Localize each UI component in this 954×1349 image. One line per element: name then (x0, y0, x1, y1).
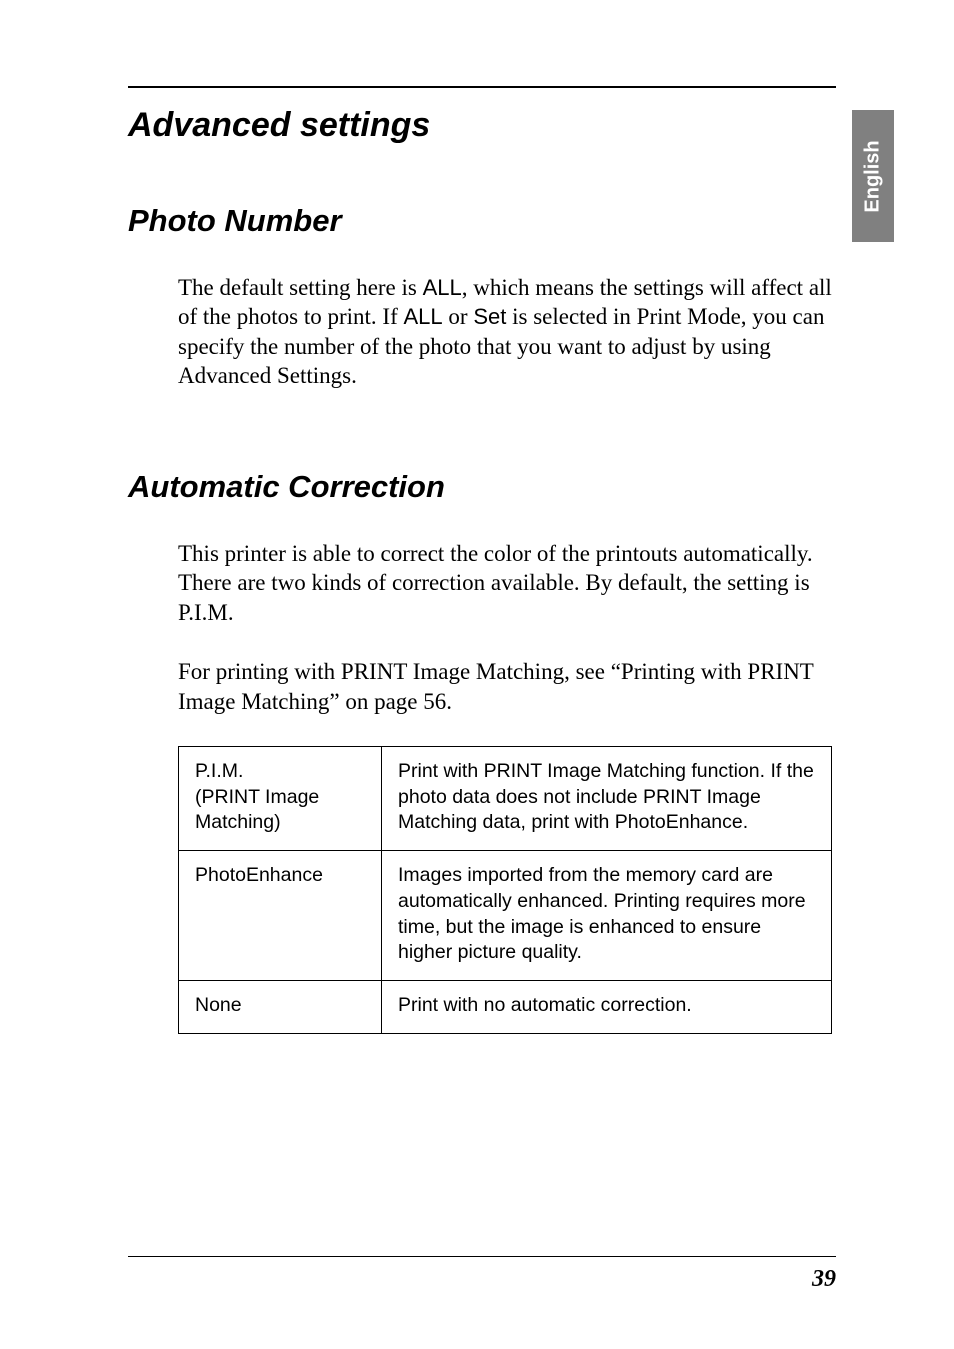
table-row: P.I.M. (PRINT Image Matching) Print with… (179, 746, 832, 850)
text-inline-all-2: ALL (404, 304, 443, 329)
section-spacer (122, 421, 838, 469)
automatic-correction-paragraph-1: This printer is able to correct the colo… (178, 539, 832, 627)
page-number: 39 (812, 1266, 836, 1293)
photo-number-paragraph: The default setting here is ALL, which m… (178, 273, 832, 391)
text-inline-set: Set (473, 304, 506, 329)
language-side-tab-label: English (862, 140, 885, 212)
term-line-1: P.I.M. (195, 760, 243, 782)
top-horizontal-rule (128, 86, 836, 88)
bottom-horizontal-rule (128, 1256, 836, 1257)
text-fragment: or (443, 304, 474, 329)
language-side-tab: English (852, 110, 894, 242)
heading-automatic-correction: Automatic Correction (128, 469, 838, 505)
heading-photo-number: Photo Number (128, 203, 838, 239)
text-inline-all: ALL (423, 275, 462, 300)
table-row: PhotoEnhance Images imported from the me… (179, 851, 832, 981)
table-cell-desc: Images imported from the memory card are… (382, 851, 832, 981)
term-line-2: (PRINT Image Matching) (195, 786, 319, 834)
table-cell-term: P.I.M. (PRINT Image Matching) (179, 746, 382, 850)
text-fragment: The default setting here is (178, 275, 423, 300)
correction-table: P.I.M. (PRINT Image Matching) Print with… (178, 746, 832, 1034)
table-row: None Print with no automatic correction. (179, 981, 832, 1034)
table-cell-desc: Print with no automatic correction. (382, 981, 832, 1034)
heading-advanced-settings: Advanced settings (128, 106, 838, 145)
table-cell-desc: Print with PRINT Image Matching function… (382, 746, 832, 850)
automatic-correction-paragraph-2: For printing with PRINT Image Matching, … (178, 657, 832, 716)
table-cell-term: PhotoEnhance (179, 851, 382, 981)
page: English Advanced settings Photo Number T… (0, 0, 954, 1349)
table-cell-term: None (179, 981, 382, 1034)
